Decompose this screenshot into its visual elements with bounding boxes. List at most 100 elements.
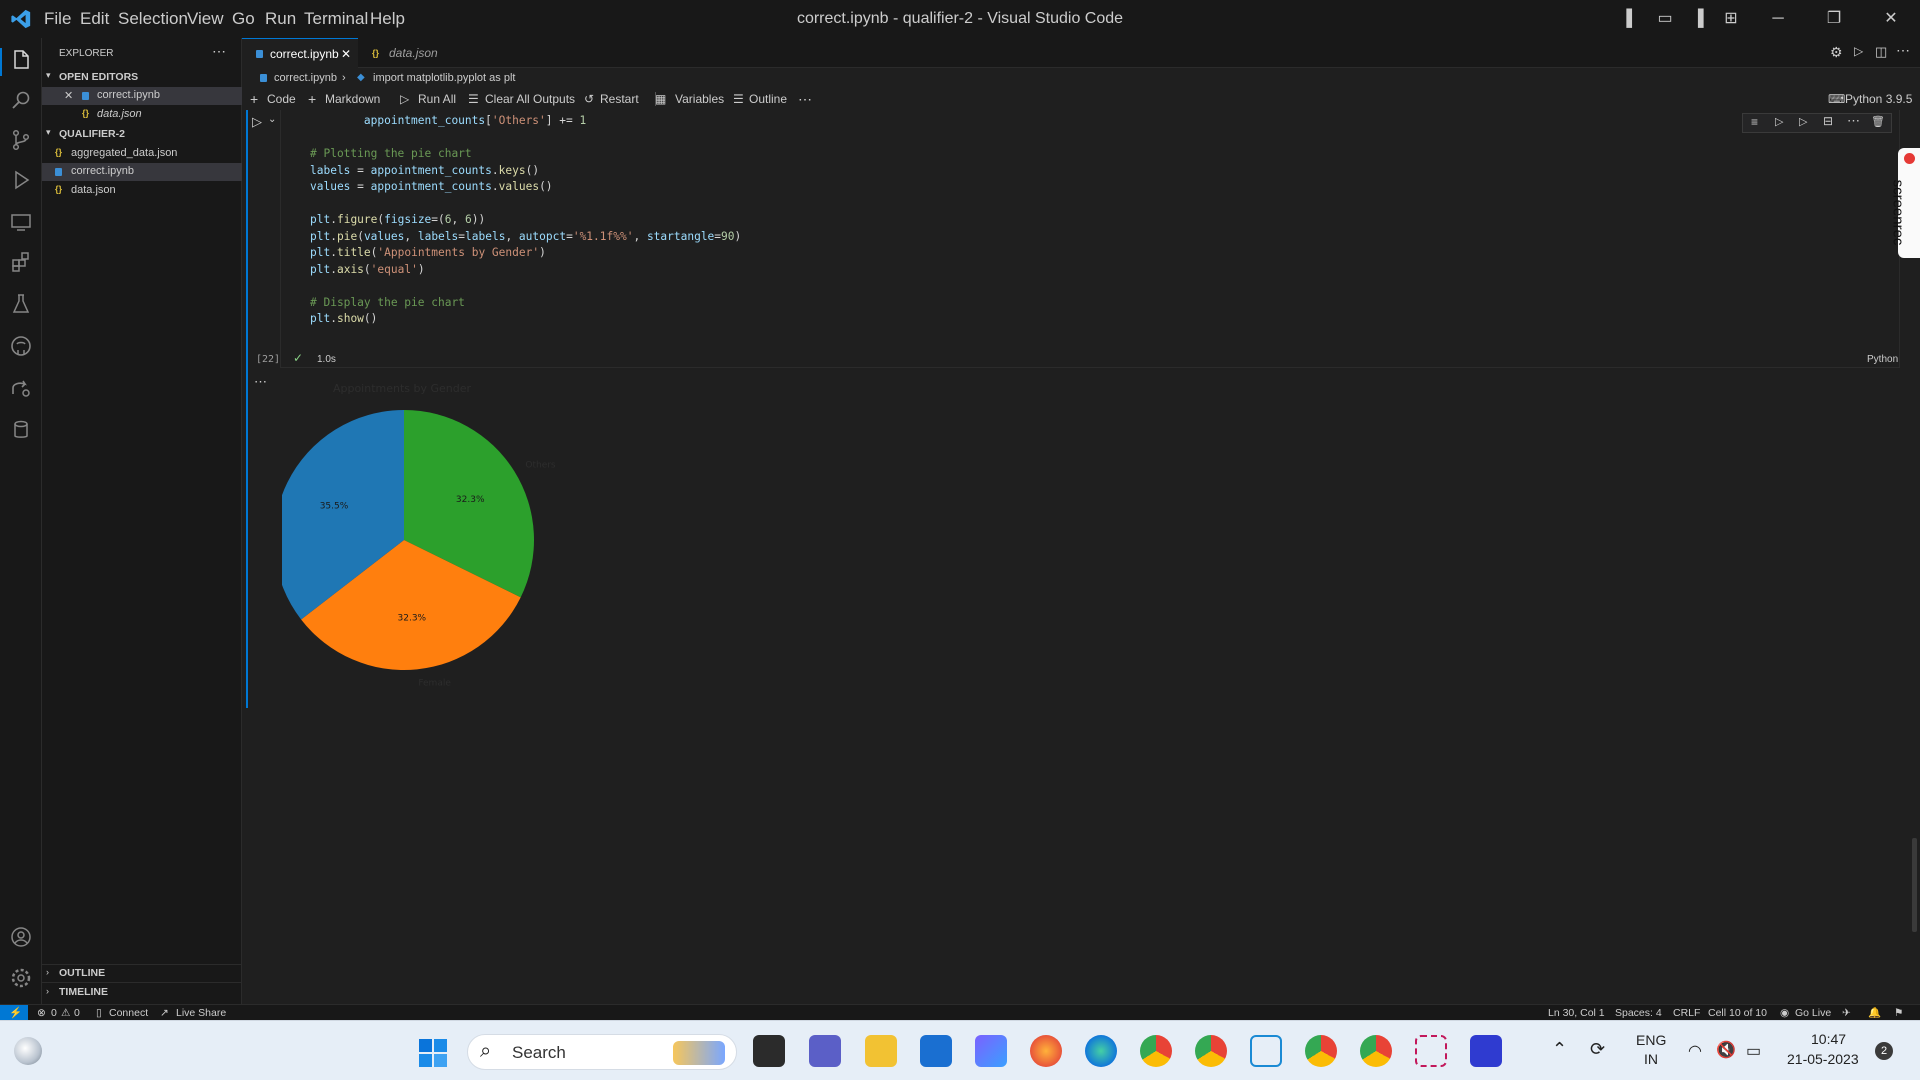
customize-layout-icon[interactable]: ⊞ xyxy=(1720,8,1742,30)
toggle-panel-icon[interactable]: ▭ xyxy=(1654,8,1676,30)
show-hidden-icons[interactable]: ⌃ xyxy=(1552,1039,1567,1060)
firefox-icon[interactable] xyxy=(1030,1035,1062,1067)
outline-header[interactable]: OUTLINE xyxy=(59,967,105,979)
more-actions-icon[interactable]: ⋯ xyxy=(1847,113,1860,129)
menu-file[interactable]: File xyxy=(44,0,71,38)
remote-indicator[interactable]: ⚡ xyxy=(0,1005,28,1021)
snipping-tool-icon[interactable] xyxy=(1415,1035,1447,1067)
open-editors-header[interactable]: OPEN EDITORS xyxy=(59,71,138,83)
menu-view[interactable]: View xyxy=(187,0,224,38)
teams-icon[interactable] xyxy=(809,1035,841,1067)
menu-run[interactable]: Run xyxy=(265,0,296,38)
edge-icon[interactable] xyxy=(1085,1035,1117,1067)
add-code-button[interactable]: Code xyxy=(267,88,296,110)
close-window-icon[interactable]: ✕ xyxy=(1880,8,1902,30)
run-below-icon[interactable]: ▷ xyxy=(1775,115,1783,128)
menu-help[interactable]: Help xyxy=(370,0,405,38)
run-above-icon[interactable]: ≡ xyxy=(1751,115,1758,129)
settings-gear-icon[interactable] xyxy=(9,966,33,990)
breadcrumb-file[interactable]: correct.ipynb xyxy=(274,67,337,89)
open-editor-item[interactable]: {} data.json xyxy=(42,106,242,124)
sync-icon[interactable]: ⟳ xyxy=(1590,1039,1605,1060)
variables-button[interactable]: Variables xyxy=(675,88,724,110)
mail-icon[interactable] xyxy=(920,1035,952,1067)
clock-time[interactable]: 10:47 xyxy=(1811,1031,1846,1047)
chevron-down-icon[interactable]: ⌄ xyxy=(268,114,276,125)
run-all-button[interactable]: Run All xyxy=(418,88,456,110)
screenrec-widget[interactable]: screenrec xyxy=(1889,148,1920,258)
source-control-icon[interactable] xyxy=(9,128,33,152)
file-item[interactable]: correct.ipynb xyxy=(42,163,242,181)
language-secondary[interactable]: IN xyxy=(1644,1051,1658,1067)
accounts-icon[interactable] xyxy=(9,925,33,949)
chevron-right-icon[interactable]: › xyxy=(46,967,49,977)
gear-icon[interactable]: ⚙ xyxy=(1830,44,1843,61)
chevron-down-icon[interactable]: ▾ xyxy=(46,70,51,81)
output-more-icon[interactable]: ⋯ xyxy=(254,374,267,390)
chrome-icon[interactable] xyxy=(1360,1035,1392,1067)
vscode-taskbar-icon[interactable] xyxy=(1250,1035,1282,1067)
more-actions-icon[interactable]: ⋯ xyxy=(1896,42,1910,59)
live-share-icon[interactable] xyxy=(9,376,33,400)
taskbar-search[interactable]: ⌕ Search xyxy=(467,1034,737,1070)
explorer-icon[interactable] xyxy=(9,48,33,72)
remote-explorer-icon[interactable] xyxy=(9,210,33,234)
copilot-icon[interactable]: ✈ xyxy=(1842,1005,1851,1021)
outline-button[interactable]: Outline xyxy=(749,88,787,110)
chrome-icon[interactable] xyxy=(1140,1035,1172,1067)
toggle-sidebar-icon[interactable]: ▌ xyxy=(1621,8,1643,30)
minimize-icon[interactable]: ─ xyxy=(1767,8,1789,30)
record-icon[interactable] xyxy=(1904,153,1915,164)
cell-language[interactable]: Python xyxy=(1867,354,1898,365)
go-live-button[interactable]: Go Live xyxy=(1795,1005,1831,1021)
kernel-picker[interactable]: Python 3.9.5 xyxy=(1845,88,1912,110)
notification-badge[interactable]: 2 xyxy=(1875,1042,1893,1060)
live-share-button[interactable]: Live Share xyxy=(176,1005,226,1021)
execute-below-icon[interactable]: ▷ xyxy=(1799,115,1807,128)
language-primary[interactable]: ENG xyxy=(1636,1032,1666,1048)
split-editor-icon[interactable]: ◫ xyxy=(1875,44,1887,60)
chrome-icon[interactable] xyxy=(1195,1035,1227,1067)
copilot-app-icon[interactable] xyxy=(975,1035,1007,1067)
battery-icon[interactable]: ▭ xyxy=(1746,1041,1761,1061)
run-icon[interactable]: ▷ xyxy=(1854,44,1863,58)
warning-count[interactable]: 0 xyxy=(74,1005,80,1021)
more-actions-icon[interactable]: ⋯ xyxy=(212,43,226,60)
tab-correct-ipynb[interactable]: correct.ipynb ✕ xyxy=(242,38,358,68)
cell-indicator[interactable]: Cell 10 of 10 xyxy=(1708,1005,1767,1021)
start-icon[interactable] xyxy=(419,1039,447,1067)
folder-header[interactable]: QUALIFIER-2 xyxy=(59,128,125,140)
database-icon[interactable] xyxy=(9,418,33,442)
search-icon[interactable] xyxy=(9,88,33,112)
run-cell-icon[interactable]: ▷ xyxy=(252,114,262,130)
indentation[interactable]: Spaces: 4 xyxy=(1615,1005,1662,1021)
testing-icon[interactable] xyxy=(9,292,33,316)
menu-edit[interactable]: Edit xyxy=(80,0,109,38)
split-cell-icon[interactable]: ⊟ xyxy=(1823,114,1833,128)
mute-icon[interactable]: 🔇 xyxy=(1716,1040,1736,1060)
extensions-icon[interactable] xyxy=(9,250,33,274)
scrollbar-thumb[interactable] xyxy=(1912,838,1917,932)
timeline-header[interactable]: TIMELINE xyxy=(59,986,108,998)
more-actions-icon[interactable]: ⋯ xyxy=(798,88,812,110)
chevron-down-icon[interactable]: ▾ xyxy=(46,127,51,138)
restore-icon[interactable]: ❐ xyxy=(1823,8,1845,30)
connect-button[interactable]: Connect xyxy=(109,1005,148,1021)
restart-button[interactable]: Restart xyxy=(600,88,639,110)
breadcrumb-cell[interactable]: import matplotlib.pyplot as plt xyxy=(373,67,515,89)
menu-selection[interactable]: Selection xyxy=(118,0,188,38)
screenrec-app-icon[interactable] xyxy=(1470,1035,1502,1067)
file-item[interactable]: {} aggregated_data.json xyxy=(42,145,242,163)
menu-go[interactable]: Go xyxy=(232,0,255,38)
menu-terminal[interactable]: Terminal xyxy=(304,0,368,38)
tab-data-json[interactable]: {} data.json xyxy=(359,38,469,68)
close-icon[interactable]: ✕ xyxy=(341,39,351,69)
chevron-right-icon[interactable]: › xyxy=(46,986,49,996)
wifi-icon[interactable]: ◠ xyxy=(1688,1041,1702,1061)
delete-cell-icon[interactable]: 🗑 xyxy=(1871,115,1885,128)
clock-date[interactable]: 21-05-2023 xyxy=(1787,1051,1859,1067)
notifications-icon[interactable]: ⚑ xyxy=(1894,1005,1903,1021)
close-icon[interactable]: ✕ xyxy=(64,89,73,102)
toggle-secondary-sidebar-icon[interactable]: ▐ xyxy=(1687,8,1709,30)
file-item[interactable]: {} data.json xyxy=(42,182,242,200)
